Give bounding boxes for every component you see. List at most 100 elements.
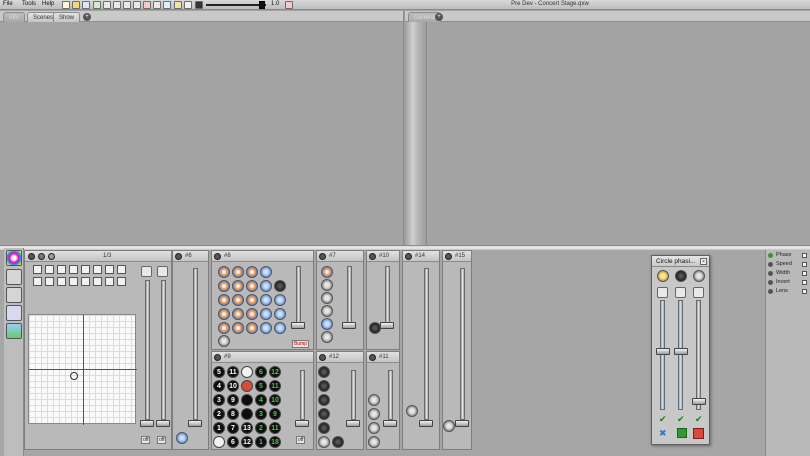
check-icon[interactable]: ✔	[659, 414, 667, 425]
grand-master-icon[interactable]	[153, 1, 161, 9]
preset-button[interactable]	[81, 265, 90, 274]
cue-button[interactable]	[368, 394, 380, 406]
gobo-icon[interactable]	[6, 287, 22, 303]
tab-info[interactable]: Info	[3, 12, 26, 22]
cue-number-button[interactable]: 3	[213, 394, 225, 406]
color-button[interactable]	[260, 280, 272, 292]
frame-enable-icon[interactable]	[214, 354, 221, 361]
fader-track[interactable]	[351, 370, 356, 420]
cue-button[interactable]	[368, 408, 380, 420]
fader-track[interactable]	[161, 280, 166, 420]
cue-number-button[interactable]: 10	[269, 394, 281, 406]
cue-number-button[interactable]: 8	[227, 408, 239, 420]
cue-number-button[interactable]: 18	[269, 436, 281, 448]
pan-tilt-icon[interactable]	[657, 270, 669, 282]
preset-button[interactable]	[45, 277, 54, 286]
fader-top-button[interactable]	[657, 287, 668, 298]
pin-icon[interactable]	[693, 428, 704, 439]
new-file-icon[interactable]	[62, 1, 70, 9]
fixture-icon[interactable]	[677, 428, 687, 438]
checkbox[interactable]	[802, 280, 807, 285]
color-button[interactable]	[246, 280, 258, 292]
cue-number-button[interactable]: 1	[213, 422, 225, 434]
gobo-button[interactable]	[321, 279, 333, 291]
shape-icon[interactable]	[675, 270, 687, 282]
frame-enable-icon[interactable]	[175, 253, 182, 260]
fader-handle[interactable]	[419, 420, 433, 427]
fader-track[interactable]	[145, 280, 150, 420]
speed-fader-handle[interactable]	[674, 348, 688, 355]
gobo-button[interactable]	[318, 422, 330, 434]
cue-number-button[interactable]	[241, 408, 253, 420]
color-button[interactable]	[218, 294, 230, 306]
frame-enable-icon[interactable]	[369, 354, 376, 361]
fader-track[interactable]	[296, 266, 301, 326]
cue-number-button[interactable]: 6	[227, 436, 239, 448]
vertical-splitter[interactable]	[403, 11, 427, 245]
color-button[interactable]	[274, 280, 286, 292]
menu-help[interactable]: Help	[42, 1, 54, 7]
cue-number-button[interactable]: 5	[213, 366, 225, 378]
speed-fader-track[interactable]	[678, 300, 683, 410]
fader-handle[interactable]	[188, 420, 202, 427]
color-button[interactable]	[218, 280, 230, 292]
fader-top-button[interactable]	[157, 266, 168, 277]
cue-number-button[interactable]: 2	[213, 408, 225, 420]
add-tab-icon[interactable]: +	[83, 13, 91, 21]
cue-number-button[interactable]: 6	[255, 366, 267, 378]
live-edit-icon[interactable]	[174, 1, 182, 9]
color-button[interactable]	[218, 335, 230, 347]
cue-number-button[interactable]: 2	[255, 422, 267, 434]
color-button[interactable]	[260, 322, 272, 334]
color-button[interactable]	[218, 266, 230, 278]
list-item[interactable]: Width	[768, 270, 809, 278]
preset-button[interactable]	[105, 277, 114, 286]
color-button[interactable]	[232, 294, 244, 306]
color-button[interactable]	[232, 308, 244, 320]
fader-handle[interactable]	[295, 420, 309, 427]
fader-track[interactable]	[460, 268, 465, 420]
color-button[interactable]	[260, 308, 272, 320]
color-wheel-icon[interactable]	[6, 250, 22, 266]
cue-button[interactable]	[443, 420, 455, 432]
cue-number-button[interactable]: 11	[227, 366, 239, 378]
list-item[interactable]: Phase	[768, 252, 809, 260]
fader-track[interactable]	[424, 268, 429, 420]
color-button[interactable]	[232, 266, 244, 278]
cue-button[interactable]	[368, 436, 380, 448]
cue-button[interactable]	[368, 422, 380, 434]
preset-button[interactable]	[57, 277, 66, 286]
frame-enable-icon[interactable]	[445, 253, 452, 260]
shape-icon[interactable]	[693, 270, 705, 282]
frame-enable-icon[interactable]	[319, 354, 326, 361]
fader-top-button[interactable]	[141, 266, 152, 277]
cue-number-button[interactable]: 13	[241, 422, 253, 434]
cue-number-button[interactable]: 10	[227, 380, 239, 392]
shuffle-icon[interactable]	[6, 305, 22, 321]
preset-button[interactable]	[33, 277, 42, 286]
preset-button[interactable]	[117, 277, 126, 286]
shuffle-icon[interactable]: ✖	[659, 428, 667, 439]
preset-button[interactable]	[93, 277, 102, 286]
color-button[interactable]	[218, 322, 230, 334]
preset-button[interactable]	[57, 265, 66, 274]
width-fader-track[interactable]	[696, 300, 701, 410]
mode-icon[interactable]	[184, 1, 192, 9]
cue-number-button[interactable]: 5	[255, 380, 267, 392]
menu-tools[interactable]: Tools	[22, 1, 36, 7]
preset-button[interactable]	[117, 265, 126, 274]
color-button[interactable]	[274, 308, 286, 320]
master-slider-track[interactable]	[206, 4, 266, 6]
preset-button[interactable]	[81, 277, 90, 286]
xy-position-pad[interactable]	[28, 314, 137, 425]
cue-number-button[interactable]	[241, 394, 253, 406]
save-icon[interactable]	[82, 1, 90, 9]
checkbox[interactable]	[802, 253, 807, 258]
checkbox[interactable]	[802, 271, 807, 276]
preset-button[interactable]	[105, 265, 114, 274]
add-tab-icon[interactable]: +	[435, 13, 443, 21]
color-button[interactable]	[260, 266, 272, 278]
fader-track[interactable]	[385, 266, 390, 326]
cue-button[interactable]	[406, 405, 418, 417]
check-icon[interactable]: ✔	[677, 414, 685, 425]
